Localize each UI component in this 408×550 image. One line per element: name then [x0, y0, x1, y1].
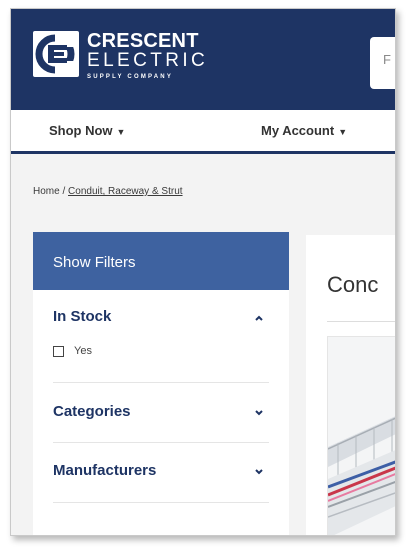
breadcrumb-home[interactable]: Home: [33, 186, 60, 197]
nav-my-account-label: My Account: [261, 123, 335, 138]
breadcrumb-current[interactable]: Conduit, Raceway & Strut: [68, 186, 183, 197]
site-header: CRESCENT ELECTRIC SUPPLY COMPANY F: [11, 9, 395, 110]
filter-section-in-stock-title[interactable]: In Stock: [53, 308, 111, 325]
filter-divider: [53, 382, 269, 383]
filter-divider: [53, 502, 269, 503]
crescent-electric-logo[interactable]: CRESCENT ELECTRIC SUPPLY COMPANY: [33, 31, 233, 91]
nav-shop-now[interactable]: Shop Now ▼: [49, 123, 125, 138]
chevron-up-icon[interactable]: [254, 313, 264, 323]
category-product-image[interactable]: [327, 336, 395, 535]
filter-panel: Show Filters In Stock Categories Manufac…: [33, 232, 289, 535]
in-stock-yes-checkbox[interactable]: [53, 346, 64, 357]
brand-name-secondary: ELECTRIC: [87, 50, 209, 71]
in-stock-yes-label[interactable]: Yes: [74, 345, 92, 357]
show-filters-header[interactable]: Show Filters: [33, 232, 289, 290]
brand-tagline: SUPPLY COMPANY: [87, 74, 174, 80]
chevron-down-icon[interactable]: [254, 467, 264, 477]
chevron-down-icon: ▼: [116, 127, 126, 137]
main-nav: Shop Now ▼ My Account ▼: [11, 110, 395, 154]
search-input[interactable]: F: [370, 37, 395, 89]
breadcrumb: Home / Conduit, Raceway & Strut: [33, 186, 183, 197]
nav-shop-now-label: Shop Now: [49, 123, 113, 138]
filter-section-manufacturers-title[interactable]: Manufacturers: [53, 462, 156, 479]
page-title: Conc: [327, 272, 379, 297]
product-content-card: Conc: [306, 235, 395, 535]
browser-viewport: CRESCENT ELECTRIC SUPPLY COMPANY F Shop …: [10, 8, 396, 536]
brand-name: CRESCENT: [87, 30, 199, 52]
nav-my-account[interactable]: My Account ▼: [261, 123, 347, 138]
chevron-down-icon: ▼: [338, 127, 348, 137]
filter-section-categories-title[interactable]: Categories: [53, 403, 131, 420]
brand-wordmark: CRESCENT ELECTRIC SUPPLY COMPANY: [87, 31, 237, 82]
title-divider: [327, 321, 395, 322]
breadcrumb-separator: /: [62, 186, 66, 197]
filter-divider: [53, 442, 269, 443]
crescent-logo-mark-icon: [33, 31, 79, 77]
chevron-down-icon[interactable]: [254, 408, 264, 418]
